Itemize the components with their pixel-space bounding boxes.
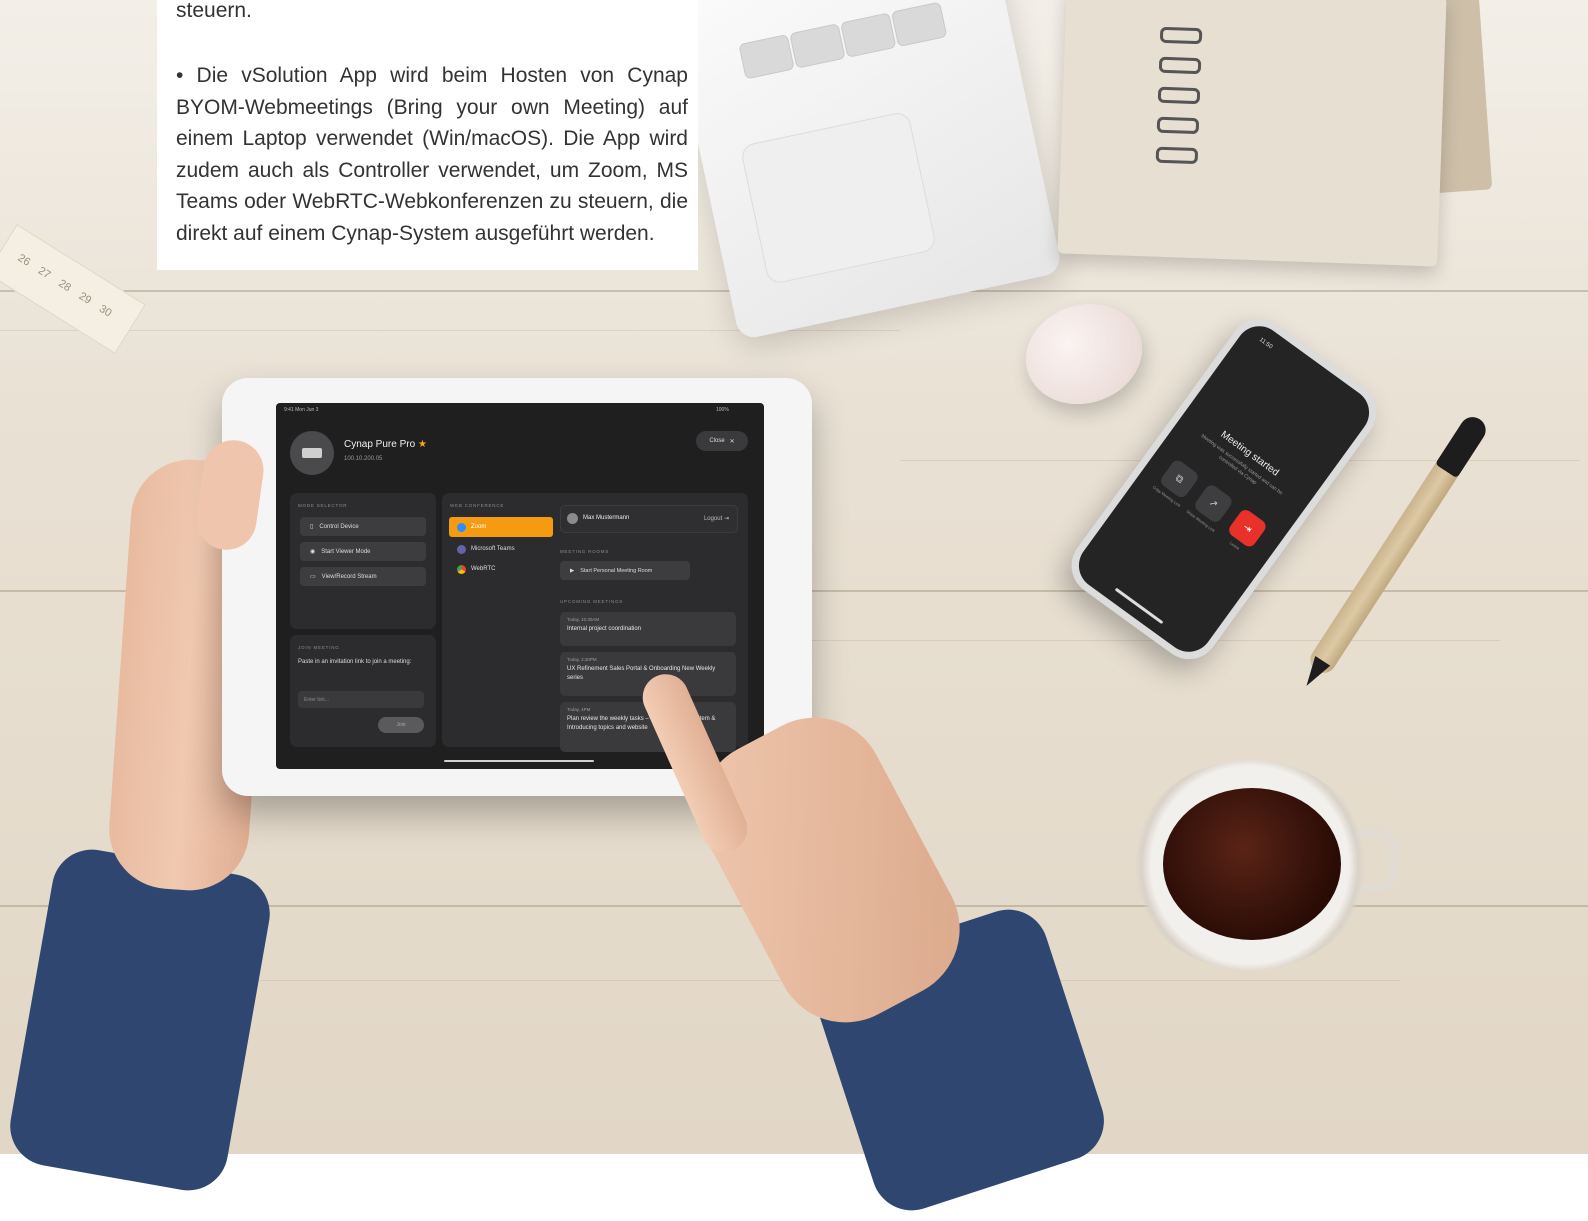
smartphone: 11:50 Meeting started Meeting was succes… [1059,305,1389,672]
user-bar: Max Mustermann Logout ⇥ [560,505,738,533]
user-name: Max Mustermann [583,515,630,521]
meeting-card[interactable]: Today, 10:30AM Internal project coordina… [560,612,736,646]
status-battery: 100% [716,407,729,413]
button-label: Start Viewer Mode [321,548,371,555]
view-record-stream-button[interactable]: ▭ View/Record Stream [300,567,426,586]
conference-label: Microsoft Teams [471,546,515,552]
device-title: Cynap Pure Pro ★ [344,439,427,450]
notebook-ring [1157,86,1201,105]
mode-selector-label: MODE SELECTOR [298,503,348,508]
article-text-box: steuern. • Die vSolution App wird beim H… [157,0,698,270]
close-label: Close [709,438,725,444]
laptop-key [840,12,897,58]
wood-grain [100,980,1400,981]
meeting-name: Internal project coordination [567,626,642,632]
device-name: Cynap Pure Pro [344,439,416,450]
meeting-rooms-label: MEETING ROOMS [560,549,610,554]
meeting-started-title: Meeting started [1218,429,1281,479]
user-avatar [567,513,578,524]
web-conference-label: WEB CONFERENCE [450,503,505,508]
ruler-tick: 27 [35,264,53,282]
device-ip: 100.10.200.05 [344,456,383,462]
web-conference-panel: WEB CONFERENCE Zoom Microsoft Teams WebR… [442,493,748,752]
device-icon [290,431,334,475]
coffee [1163,788,1341,940]
button-label: Control Device [319,523,359,530]
notebook-ring [1156,116,1200,135]
leave-icon: ⇥ [1240,521,1255,536]
logout-icon: ⇥ [723,516,729,522]
zoom-icon [457,522,466,532]
ruler-tick: 26 [15,252,33,269]
status-time: 9:41 Mon Jun 3 [284,407,319,413]
teams-icon [457,544,466,554]
eye-icon: ◉ [310,549,316,555]
meeting-time: Today, 10:30AM [567,617,600,622]
phone-home-indicator [1114,587,1164,625]
laptop-key [789,23,846,69]
tablet-device: 9:41 Mon Jun 3 100% Cynap Pure Pro ★ 100… [222,378,812,796]
meeting-time: Today, 2:30PM [567,657,597,662]
join-meeting-panel: JOIN MEETING Paste in an invitation link… [290,635,436,747]
phone-time: 11:50 [1257,337,1274,351]
camera-icon: ▭ [310,574,316,580]
laptop-trackpad [739,110,938,286]
notebook-ring [1159,26,1203,45]
share-icon: ↗ [1206,496,1221,511]
button-label: Start Personal Meeting Room [580,567,653,574]
upcoming-meetings-label: UPCOMING MEETINGS [560,599,624,604]
mode-selector-panel: MODE SELECTOR ▯ Control Device ◉ Start V… [290,493,436,629]
ruler-tick: 28 [56,277,73,295]
ruler-tick: 30 [96,302,114,320]
join-meeting-hint: Paste in an invitation link to join a me… [298,659,412,665]
play-icon: ▶ [570,567,575,574]
webrtc-icon [457,564,466,574]
close-button[interactable]: Close ✕ [696,431,748,451]
copy-icon: ⧉ [1173,472,1186,486]
phone-screen: 11:50 Meeting started Meeting was succes… [1069,316,1379,662]
laptop-key [738,33,795,80]
ruler-tick: 29 [76,290,94,307]
article-line-top: steuern. [176,0,252,22]
favorite-star-icon[interactable]: ★ [418,439,427,450]
article-paragraph: • Die vSolution App wird beim Hosten von… [176,64,688,245]
conference-label: Zoom [471,524,487,530]
notebook-ring [1158,56,1202,75]
start-viewer-mode-button[interactable]: ◉ Start Viewer Mode [300,542,426,561]
remote-icon: ▯ [310,524,314,530]
join-meeting-label: JOIN MEETING [298,645,340,650]
button-label: View/Record Stream [321,573,377,580]
logout-button[interactable]: Logout ⇥ [704,515,729,522]
control-device-button[interactable]: ▯ Control Device [300,517,426,536]
home-indicator [444,760,594,762]
start-personal-meeting-room-button[interactable]: ▶ Start Personal Meeting Room [560,561,690,580]
conference-item-webrtc[interactable]: WebRTC [449,559,553,579]
invite-link-input[interactable]: Enter link... [298,691,424,708]
notebook [1057,0,1447,267]
conference-item-zoom[interactable]: Zoom [449,517,553,537]
conference-label: WebRTC [471,566,496,572]
logout-label: Logout [703,516,723,522]
conference-item-teams[interactable]: Microsoft Teams [449,539,553,559]
close-icon: ✕ [729,438,735,445]
laptop-key [890,1,948,48]
notebook-ring [1155,146,1199,165]
join-button[interactable]: Join [378,717,424,733]
